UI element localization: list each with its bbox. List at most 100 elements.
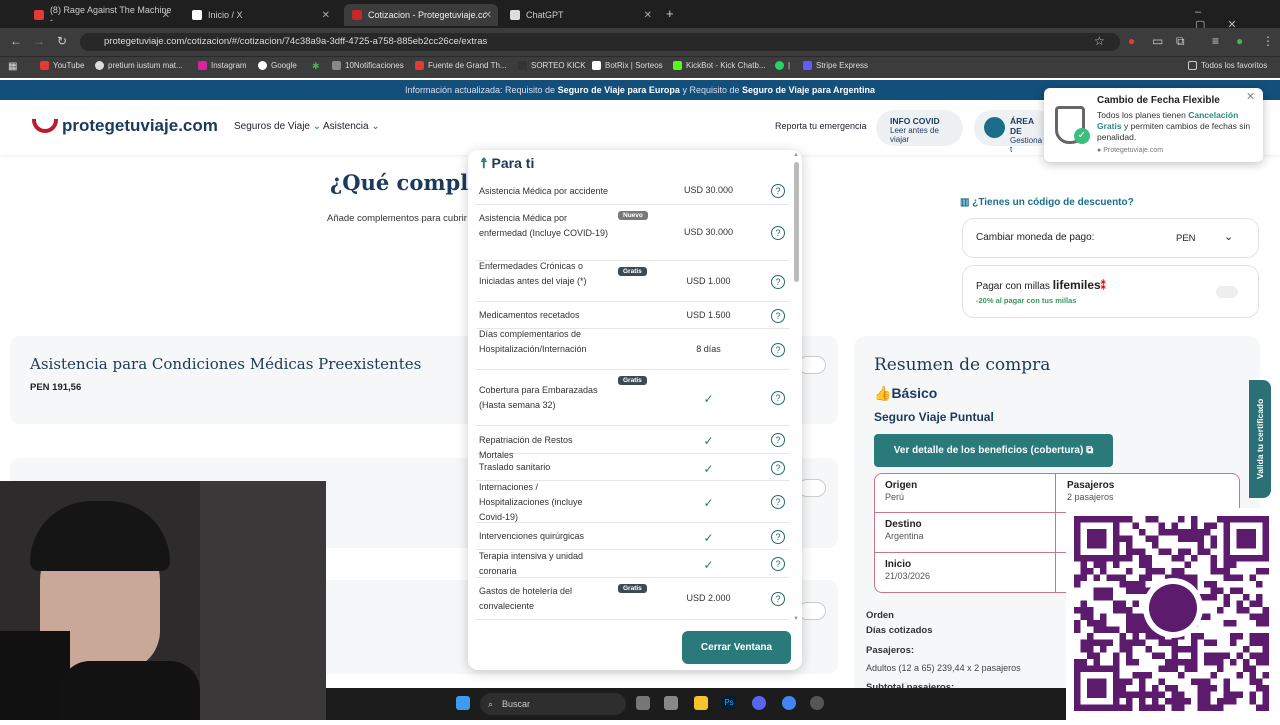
logo-mark-icon [32,119,58,133]
plan-name: 👍Básico [874,385,938,401]
close-icon[interactable]: ✕ [322,10,330,21]
close-icon[interactable]: ✕ [484,10,492,21]
all-bookmarks[interactable]: Todos los favoritos [1188,61,1267,70]
bookmark-pretium[interactable]: pretium iustum mat... [95,61,183,70]
bookmark-youtube[interactable]: YouTube [40,61,84,70]
forward-icon[interactable]: → [33,34,45,48]
nav-seguros[interactable]: Seguros de Viaje ⌄ [234,121,321,132]
user-icon [984,117,1005,138]
help-icon[interactable]: ? [771,461,785,475]
help-icon[interactable]: ? [771,495,785,509]
help-icon[interactable]: ? [771,309,785,323]
tab-cotizacion[interactable]: Cotizacion - Protegetuviaje.com ✕ [344,4,498,26]
currency-value: PEN [1176,233,1196,244]
bookmark-stripe[interactable]: Stripe Express [803,61,868,70]
help-icon[interactable]: ? [771,343,785,357]
inicio: Inicio 21/03/2026 [885,559,931,581]
bookmark-botrix[interactable]: BotRix | Sorteos [592,61,663,70]
nav-asistencia[interactable]: Asistencia ⌄ [323,121,380,132]
check-icon: ✓ [703,558,714,572]
bookmark-whatsapp[interactable]: | [775,61,790,70]
benefit-value: USD 30.000 [683,227,734,237]
help-icon[interactable]: ? [771,557,785,571]
addon-toggle[interactable] [798,479,826,497]
extension-icon[interactable]: ● [1128,34,1135,48]
benefit-row: Asistencia Médica por enfermedad (Incluy… [476,205,790,261]
lifemiles-logo-icon: ⁑ [1100,281,1106,292]
tab-youtube[interactable]: (8) Rage Against The Machine - ✕ [26,4,176,26]
addon-toggle[interactable] [798,356,826,374]
chrome-icon[interactable] [782,696,796,710]
help-icon[interactable]: ? [771,184,785,198]
chevron-down-icon: ⌄ [1224,231,1234,243]
task-view-icon[interactable] [636,696,650,710]
chevron-down-icon: ⌄ [312,121,322,132]
barcode-icon: ▥ [960,197,973,208]
bookmark-kickbot[interactable]: KickBot - Kick Chatb... [673,61,766,70]
reload-icon[interactable]: ↻ [57,34,67,48]
close-modal-button[interactable]: Cerrar Ventana [682,631,791,664]
help-icon[interactable]: ? [771,391,785,405]
benefit-value: USD 2.000 [686,593,731,603]
bookmark-icon[interactable]: ✱ [312,61,320,72]
new-tab-icon[interactable]: + [666,6,674,21]
avatar[interactable]: ● [1236,34,1243,48]
bookmark-10notificaciones[interactable]: 10Notificaciones [332,61,404,70]
app-icon[interactable] [810,696,824,710]
bookmark-sorteo-kick[interactable]: SORTEO KICK [518,61,586,70]
person-hair [30,501,170,571]
close-icon[interactable]: ✕ [162,10,170,21]
benefit-row: Repatriación de Restos Mortales ✓? [476,426,790,460]
bookmark-instagram[interactable]: Instagram [198,61,247,70]
help-icon[interactable]: ? [771,592,785,606]
check-icon: ✓ [703,496,714,510]
check-icon: ✓ [703,462,714,476]
extensions-icon[interactable]: ⧉ [1176,34,1185,49]
addon-toggle[interactable] [798,602,826,620]
modal-scrollbar[interactable] [794,162,799,282]
lifemiles-discount: -20% al pagar con tus millas [976,296,1077,305]
photoshop-icon[interactable]: Ps [722,696,736,710]
discord-icon[interactable] [752,696,766,710]
back-icon[interactable]: ← [10,34,22,48]
bookmark-google[interactable]: Google [258,61,297,70]
validate-certificate-tab[interactable]: Valida tu certificado [1249,380,1271,498]
app-icon[interactable] [664,696,678,710]
address-bar[interactable]: protegetuviaje.com/cotizacion/#/cotizaci… [80,33,1120,51]
product-name: Seguro Viaje Puntual [874,410,994,424]
menu-icon[interactable]: ⋮ [1262,34,1274,48]
tab-chatgpt[interactable]: ChatGPT ✕ [502,4,658,26]
benefit-value: USD 1.500 [686,310,731,320]
help-icon[interactable]: ? [771,275,785,289]
help-icon[interactable]: ? [771,530,785,544]
close-icon[interactable]: ✕ [644,10,652,21]
covid-info-pill[interactable]: INFO COVID Leer antes de viajar [876,110,963,146]
help-icon[interactable]: ? [771,226,785,240]
nav-emergencia[interactable]: Reporta tu emergencia [775,121,867,131]
reading-list-icon[interactable]: ≡ [1212,34,1219,48]
benefit-label: Asistencia Médica por accidente [479,186,609,196]
bookmark-grand-theft[interactable]: Fuente de Grand Th... [415,61,507,70]
site-logo[interactable]: protegetuviaje.com [32,116,218,136]
windows-start-icon[interactable] [456,696,470,710]
wardrobe [200,481,326,720]
file-explorer-icon[interactable] [694,696,708,710]
lifemiles-toggle[interactable] [1216,286,1238,298]
help-icon[interactable]: ? [771,433,785,447]
taskbar-search[interactable]: ⌕ Buscar [480,693,626,715]
benefit-label: Traslado sanitario [479,462,551,472]
toast-source: ● Protegetuviaje.com [1097,147,1164,154]
benefit-row: Días complementarios de Hospitalización/… [476,329,790,370]
benefit-row: Traslado sanitario ✓? [476,454,790,481]
close-icon[interactable]: ✕ [1246,90,1255,103]
extension-icon[interactable]: ▭ [1152,34,1163,48]
scroll-up-icon[interactable]: ▲ [793,152,799,158]
bookmark-star-icon[interactable]: ☆ [1094,34,1105,48]
discount-code-link[interactable]: ▥ ¿Tienes un código de descuento? [960,197,1134,208]
apps-icon[interactable]: ▦ [8,61,17,72]
view-benefits-button[interactable]: Ver detalle de los beneficios (cobertura… [874,434,1113,467]
benefit-row: Internaciones / Hospitalizaciones (inclu… [476,481,790,523]
tab-x[interactable]: Inicio / X ✕ [184,4,336,26]
benefit-row: Medicamentos recetados USD 1.500? [476,302,790,329]
scroll-down-icon[interactable]: ▼ [793,616,799,622]
